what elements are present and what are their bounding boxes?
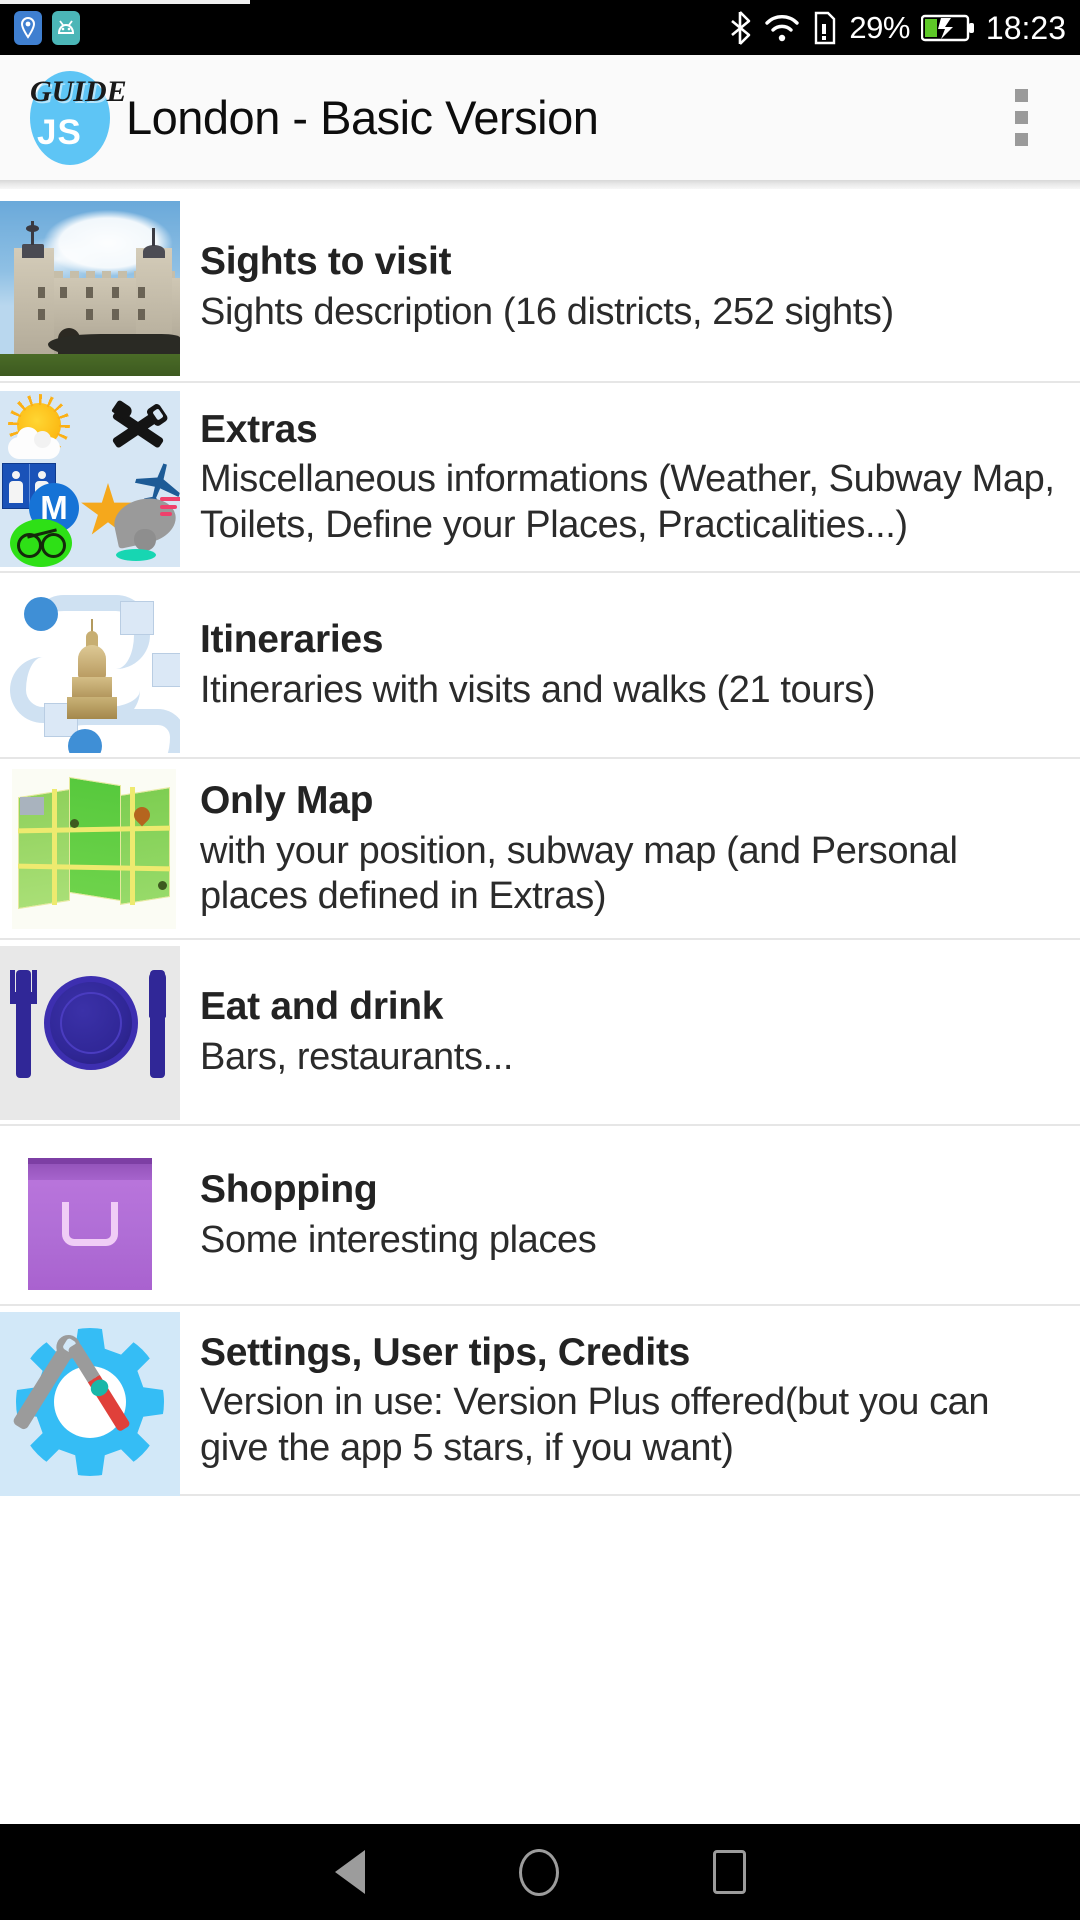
android-app-icon <box>52 10 80 45</box>
back-icon[interactable] <box>334 1850 365 1894</box>
list-item-subtitle: with your position, subway map (and Pers… <box>200 829 958 918</box>
more-vert-icon-dot <box>1014 111 1028 124</box>
recents-icon[interactable] <box>712 1850 746 1894</box>
list-item[interactable]: Shopping Some interesting places <box>0 1126 1080 1306</box>
cloud-icon <box>8 427 60 459</box>
list-item-title: Settings, User tips, Credits <box>200 1330 691 1374</box>
list-item-text: Shopping Some interesting places <box>180 1126 1080 1306</box>
list-item-title: Extras <box>200 407 318 451</box>
location-pin-icon <box>14 10 42 45</box>
logo-js-text: JS <box>37 112 82 152</box>
list-item[interactable]: Settings, User tips, Credits Version in … <box>0 1306 1080 1496</box>
status-bar-clock: 18:23 <box>985 9 1066 46</box>
bicycle-icon <box>10 519 72 567</box>
home-icon[interactable] <box>518 1848 559 1896</box>
battery-percent-label: 29% <box>849 10 910 45</box>
list-item-subtitle: Miscellaneous informations (Weather, Sub… <box>200 458 1055 546</box>
bluetooth-icon <box>728 10 752 46</box>
app-bar: GUIDE JS London - Basic Version <box>0 55 1080 180</box>
list-item-title: Eat and drink <box>200 985 444 1029</box>
android-navigation-bar <box>0 1824 1080 1920</box>
overflow-menu-button[interactable] <box>994 74 1054 162</box>
app-bar-shadow <box>0 0 1080 189</box>
list-item[interactable]: Eat and drink Bars, restaurants... <box>0 940 1080 1126</box>
list-item-text: Eat and drink Bars, restaurants... <box>180 940 1080 1126</box>
main-menu-list: Sights to visit Sights description (16 d… <box>0 193 1080 1496</box>
list-item-title: Shopping <box>200 1168 378 1212</box>
tower-of-london-photo <box>0 193 180 383</box>
folded-map-icon <box>0 759 180 940</box>
cutlery-plate-icon <box>0 940 180 1126</box>
list-item-title: Itineraries <box>200 618 384 662</box>
more-vert-icon-dot <box>1014 89 1028 102</box>
hammer-wrench-icon <box>104 399 168 457</box>
shopping-bag-icon <box>0 1126 180 1306</box>
list-item-title: Sights to visit <box>200 240 452 284</box>
more-vert-icon-dot <box>1014 133 1028 146</box>
plate-icon <box>44 976 138 1070</box>
satellite-dish-base <box>116 549 156 561</box>
dome-monument-icon <box>67 615 117 719</box>
list-item-subtitle: Itineraries with visits and walks (21 to… <box>200 669 876 712</box>
wifi-icon <box>763 12 801 44</box>
page-title: London - Basic Version <box>126 91 599 144</box>
fork-icon <box>16 970 31 1078</box>
list-item-text: Settings, User tips, Credits Version in … <box>180 1306 1080 1496</box>
gear-tools-icon <box>0 1306 180 1496</box>
list-item-text: Itineraries Itineraries with visits and … <box>180 573 1080 759</box>
knife-icon <box>149 970 166 1078</box>
list-item-text: Only Map with your position, subway map … <box>180 759 1080 940</box>
list-item[interactable]: M Extras Miscellaneous informations (Wea… <box>0 383 1080 573</box>
app-bar-shadow-nub <box>0 0 250 4</box>
list-item-text: Extras Miscellaneous informations (Weath… <box>180 383 1080 573</box>
status-bar-left-icons <box>14 10 80 45</box>
list-item-text: Sights to visit Sights description (16 d… <box>180 193 1080 383</box>
list-item[interactable]: Itineraries Itineraries with visits and … <box>0 573 1080 759</box>
app-logo: GUIDE JS <box>26 69 127 167</box>
status-bar-right-icons: 29% 18:23 <box>728 10 1066 46</box>
battery-charging-icon <box>920 13 975 43</box>
sim-card-alert-icon <box>812 11 838 45</box>
list-item-subtitle: Sights description (16 districts, 252 si… <box>200 291 894 334</box>
list-item[interactable]: Only Map with your position, subway map … <box>0 759 1080 940</box>
signal-waves-icon <box>160 497 180 517</box>
extras-collage-icon: M <box>0 383 180 573</box>
list-item-subtitle: Some interesting places <box>200 1219 597 1262</box>
status-bar: 29% 18:23 <box>0 0 1080 55</box>
list-item[interactable]: Sights to visit Sights description (16 d… <box>0 193 1080 383</box>
logo-guide-text: GUIDE <box>30 74 127 108</box>
route-with-monument-icon <box>0 573 180 759</box>
list-item-subtitle: Version in use: Version Plus offered(but… <box>200 1381 990 1469</box>
list-item-subtitle: Bars, restaurants... <box>200 1036 514 1079</box>
list-item-title: Only Map <box>200 779 374 823</box>
